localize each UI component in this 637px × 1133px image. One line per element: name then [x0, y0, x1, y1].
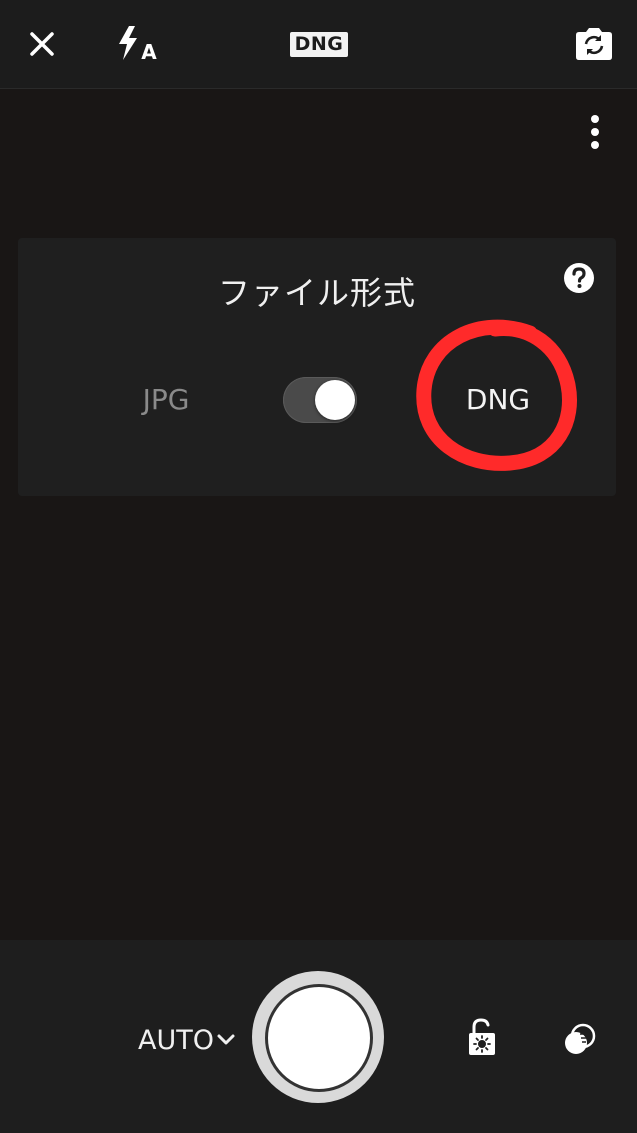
shutter-button[interactable] [252, 971, 384, 1103]
more-vertical-icon [591, 115, 599, 149]
top-toolbar: A DNG [0, 0, 637, 89]
format-option-jpg[interactable]: JPG [121, 383, 211, 416]
effects-button[interactable] [560, 1020, 600, 1060]
shooting-mode-button[interactable]: AUTO [138, 1020, 236, 1060]
close-button[interactable] [18, 0, 66, 88]
switch-camera-button[interactable] [568, 0, 620, 88]
format-badge: DNG [289, 31, 349, 57]
camera-viewfinder[interactable] [0, 89, 637, 940]
format-toggle[interactable] [283, 377, 357, 423]
help-icon [564, 263, 594, 293]
flash-button[interactable]: A [108, 0, 164, 88]
panel-title: ファイル形式 [217, 274, 416, 312]
switch-camera-icon [576, 28, 612, 60]
shutter-inner [265, 984, 373, 1092]
help-button[interactable] [563, 262, 595, 294]
toggle-knob [315, 380, 355, 420]
bottom-toolbar: AUTO [0, 940, 637, 1133]
format-option-dng[interactable]: DNG [448, 383, 548, 416]
flash-mode-letter: A [141, 40, 157, 64]
more-options-button[interactable] [578, 110, 612, 154]
close-icon [30, 32, 54, 56]
chevron-down-icon [217, 1034, 235, 1045]
shooting-mode-label: AUTO [138, 1024, 214, 1056]
exposure-lock-button[interactable] [464, 1017, 500, 1057]
exposure-lock-icon [469, 1018, 495, 1055]
file-format-panel: ファイル形式 JPG DNG [18, 238, 616, 496]
effects-icon [565, 1023, 596, 1054]
format-badge-button[interactable]: DNG [282, 0, 356, 88]
